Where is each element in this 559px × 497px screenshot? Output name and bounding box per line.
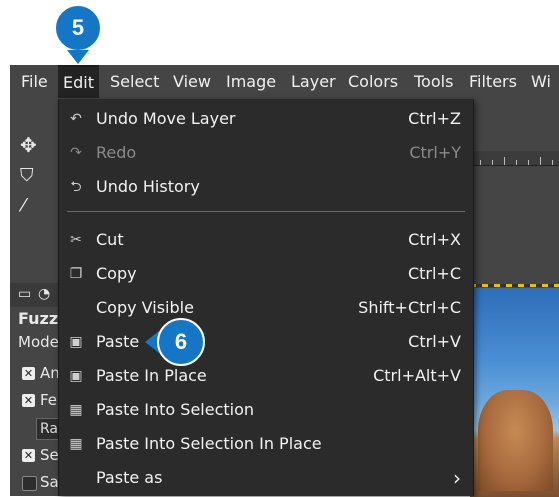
sample-merged-checkbox[interactable]	[22, 476, 37, 491]
menu-select[interactable]: Select	[105, 65, 164, 98]
antialiasing-checkbox[interactable]: ✕	[22, 367, 35, 380]
menu-item-paste-into-selection-in-place[interactable]: ▦ Paste Into Selection In Place	[59, 427, 473, 461]
menu-image[interactable]: Image	[221, 65, 281, 98]
menu-item-copy-visible[interactable]: Copy Visible Shift+Ctrl+C	[59, 291, 473, 325]
menu-tools[interactable]: Tools	[409, 65, 458, 98]
menu-item-undo[interactable]: ↶ Undo Move Layer Ctrl+Z	[59, 102, 473, 136]
paste-in-place-icon: ▣	[69, 368, 83, 384]
edit-menu-dropdown: ↶ Undo Move Layer Ctrl+Z ↷ Redo Ctrl+Y ⮌…	[58, 99, 474, 496]
menu-item-paste-as[interactable]: Paste as ›	[59, 461, 473, 495]
horizontal-ruler	[470, 151, 559, 166]
feather-edges-checkbox[interactable]: ✕	[22, 394, 35, 407]
selection-marquee	[470, 284, 559, 287]
undo-icon: ↶	[70, 111, 82, 127]
menu-file[interactable]: File	[16, 65, 53, 98]
menu-colors[interactable]: Colors	[343, 65, 403, 98]
menu-filters[interactable]: Filters	[464, 65, 522, 98]
tool-options-tab-bar: ▭ ◔	[10, 283, 58, 307]
step-5-callout: 5	[54, 4, 102, 52]
device-status-tab-icon[interactable]: ◔	[38, 286, 50, 302]
menu-item-copy[interactable]: ❐ Copy Ctrl+C	[59, 257, 473, 291]
menu-item-paste-in-place[interactable]: ▣ Paste In Place Ctrl+Alt+V	[59, 359, 473, 393]
tool-options-tab-icon[interactable]: ▭	[18, 286, 31, 302]
paste-into-selection-in-place-icon: ▦	[69, 436, 83, 452]
antialiasing-label: An	[40, 364, 60, 382]
sample-merged-label: Sa	[40, 473, 59, 491]
redo-icon: ↷	[70, 145, 82, 161]
copy-icon: ❐	[69, 266, 83, 282]
menu-item-paste-into-selection[interactable]: ▦ Paste Into Selection	[59, 393, 473, 427]
mode-label: Mode	[18, 333, 59, 351]
move-tool-icon[interactable]: ✥	[20, 133, 37, 157]
menu-item-redo[interactable]: ↷ Redo Ctrl+Y	[59, 136, 473, 170]
menu-bar: File Edit Select View Image Layer Colors…	[10, 65, 559, 99]
menu-item-paste[interactable]: ▣ Paste Ctrl+V	[59, 325, 473, 359]
menu-item-cut[interactable]: ✂ Cut Ctrl+X	[59, 223, 473, 257]
select-transparent-checkbox[interactable]: ✕	[22, 449, 35, 462]
menu-view[interactable]: View	[168, 65, 216, 98]
menu-windows[interactable]: Wi	[526, 65, 556, 98]
menu-separator	[67, 211, 465, 212]
scissors-icon: ✂	[70, 232, 82, 248]
menu-item-undo-history[interactable]: ⮌ Undo History	[59, 170, 473, 204]
color-picker-tool-icon[interactable]: ⁄	[22, 195, 25, 216]
tool-options-title: Fuzz	[18, 309, 59, 328]
menu-edit[interactable]: Edit	[58, 65, 99, 98]
step-6-callout: 6	[157, 318, 205, 366]
undo-history-icon: ⮌	[70, 179, 82, 195]
step-5-pointer	[67, 50, 89, 64]
canvas-rock-formation	[478, 390, 553, 491]
feather-edges-label: Fe	[40, 391, 58, 409]
bucket-fill-tool-icon[interactable]: ⛉	[20, 165, 34, 186]
menu-layer[interactable]: Layer	[286, 65, 341, 98]
submenu-arrow-icon: ›	[453, 466, 461, 490]
paste-into-selection-icon: ▦	[69, 402, 83, 418]
select-transparent-label: Se	[40, 446, 59, 464]
paste-icon: ▣	[69, 334, 83, 350]
